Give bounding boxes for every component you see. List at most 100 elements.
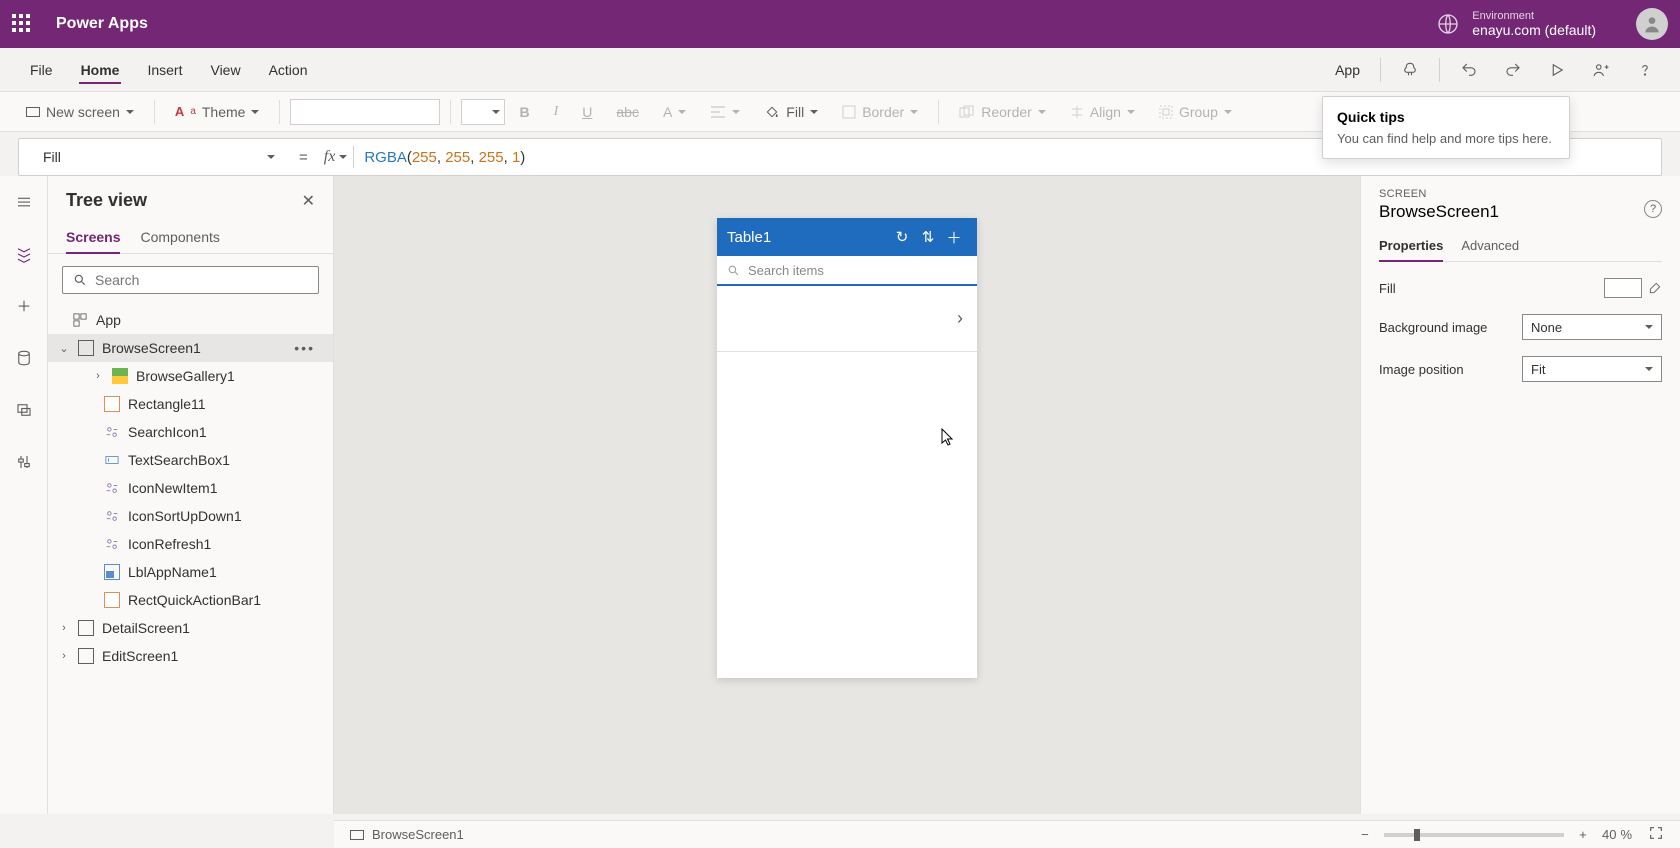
align-icon (1070, 105, 1084, 119)
properties-panel: SCREEN BrowseScreen1 ? Properties Advanc… (1360, 176, 1680, 814)
menu-insert[interactable]: Insert (133, 52, 196, 88)
fill-button[interactable]: Fill (754, 100, 828, 124)
close-icon[interactable]: ✕ (302, 191, 315, 211)
property-selector[interactable]: Fill (35, 143, 283, 171)
gallery-icon (112, 368, 128, 384)
tree-item-searchicon1[interactable]: SearchIcon1 (48, 418, 333, 446)
more-icon[interactable]: ••• (294, 340, 323, 356)
theme-button[interactable]: Aa Theme (165, 100, 270, 124)
expand-icon[interactable]: › (92, 370, 104, 382)
canvas-search[interactable]: Search items (717, 256, 977, 286)
equals-sign: = (283, 149, 324, 166)
tab-properties[interactable]: Properties (1379, 232, 1443, 261)
prop-label-fill: Fill (1379, 281, 1396, 296)
help-icon[interactable]: ? (1644, 200, 1662, 218)
quick-tip-title: Quick tips (1337, 109, 1555, 125)
canvas-area[interactable]: Table1 ↻ ⇅ ＋ Search items › (334, 176, 1360, 814)
fill-color-swatch[interactable] (1604, 278, 1642, 298)
tools-icon[interactable] (12, 450, 36, 474)
control-icon (104, 480, 120, 496)
zoom-out-button[interactable]: − (1356, 827, 1374, 842)
group-icon (1159, 105, 1173, 119)
fx-label[interactable]: fx (324, 148, 354, 166)
bold-button[interactable]: B (509, 100, 539, 124)
app-checker-icon[interactable] (1391, 55, 1429, 85)
border-icon (842, 105, 856, 119)
menu-action[interactable]: Action (255, 52, 322, 88)
text-align-button[interactable] (700, 101, 750, 123)
imgpos-selector[interactable]: Fit (1522, 356, 1662, 382)
data-icon[interactable] (12, 346, 36, 370)
strikethrough-button[interactable]: abc (606, 100, 649, 124)
chevron-down-icon (126, 110, 134, 118)
environment-name: enayu.com (default) (1472, 22, 1596, 39)
textbox-icon (104, 452, 120, 468)
font-selector[interactable] (290, 99, 440, 125)
collapse-icon[interactable]: ⌄ (58, 342, 70, 355)
menu-view[interactable]: View (196, 52, 254, 88)
status-screen-name: BrowseScreen1 (372, 827, 464, 842)
tree-list: App ⌄ BrowseScreen1 ••• › BrowseGallery1… (48, 306, 333, 814)
tree-item-browsegallery1[interactable]: › BrowseGallery1 (48, 362, 333, 390)
tree-item-iconrefresh1[interactable]: IconRefresh1 (48, 530, 333, 558)
expand-icon[interactable]: › (58, 650, 70, 662)
screen-icon (78, 620, 94, 636)
sort-icon[interactable]: ⇅ (915, 228, 941, 246)
add-icon[interactable]: ＋ (941, 227, 967, 248)
expand-icon[interactable]: › (58, 622, 70, 634)
play-icon[interactable] (1538, 55, 1576, 85)
gallery-row[interactable]: › (717, 286, 977, 352)
tree-view-icon[interactable] (12, 242, 36, 266)
refresh-icon[interactable]: ↻ (889, 228, 915, 246)
menu-home[interactable]: Home (67, 52, 134, 88)
new-screen-button[interactable]: New screen (16, 100, 144, 124)
fit-screen-icon[interactable] (1648, 825, 1664, 844)
tree-item-editscreen1[interactable]: › EditScreen1 (48, 642, 333, 670)
underline-button[interactable]: U (572, 100, 602, 124)
bgimage-selector[interactable]: None (1522, 314, 1662, 340)
user-avatar[interactable] (1636, 8, 1668, 40)
media-icon[interactable] (12, 398, 36, 422)
group-button[interactable]: Group (1149, 100, 1242, 124)
search-icon (727, 264, 740, 277)
help-icon[interactable] (1626, 55, 1664, 85)
tree-search-input[interactable] (62, 266, 319, 294)
tree-item-rectangle11[interactable]: Rectangle11 (48, 390, 333, 418)
waffle-icon[interactable] (12, 14, 32, 34)
align-button[interactable]: Align (1060, 100, 1145, 124)
italic-button[interactable]: I (544, 100, 569, 124)
tree-item-rectquickactionbar1[interactable]: RectQuickActionBar1 (48, 586, 333, 614)
zoom-slider[interactable] (1384, 833, 1564, 837)
fill-bucket-icon (764, 104, 780, 120)
tree-item-iconsortupdown1[interactable]: IconSortUpDown1 (48, 502, 333, 530)
tree-item-detailscreen1[interactable]: › DetailScreen1 (48, 614, 333, 642)
screen-icon (78, 648, 94, 664)
redo-icon[interactable] (1494, 55, 1532, 85)
tree-item-lblappname1[interactable]: LblAppName1 (48, 558, 333, 586)
top-bar: Power Apps Environment enayu.com (defaul… (0, 0, 1680, 48)
tree-item-textsearchbox1[interactable]: TextSearchBox1 (48, 446, 333, 474)
tab-components[interactable]: Components (140, 223, 219, 253)
tree-item-browsescreen1[interactable]: ⌄ BrowseScreen1 ••• (48, 334, 333, 362)
hamburger-icon[interactable] (12, 190, 36, 214)
undo-icon[interactable] (1450, 55, 1488, 85)
tab-advanced[interactable]: Advanced (1461, 232, 1519, 261)
phone-screen[interactable]: Table1 ↻ ⇅ ＋ Search items › (717, 218, 977, 678)
reorder-button[interactable]: Reorder (949, 100, 1056, 124)
font-color-button[interactable]: A (653, 100, 696, 124)
status-bar: BrowseScreen1 − + 40 % (334, 820, 1680, 848)
font-size-selector[interactable] (461, 99, 505, 125)
zoom-in-button[interactable]: + (1574, 827, 1592, 842)
tab-screens[interactable]: Screens (66, 223, 120, 253)
edit-color-icon[interactable] (1648, 281, 1662, 295)
menu-app[interactable]: App (1325, 56, 1370, 84)
border-button[interactable]: Border (832, 100, 928, 124)
tree-item-iconnewitem1[interactable]: IconNewItem1 (48, 474, 333, 502)
canvas-title: Table1 (727, 229, 889, 246)
tree-item-app[interactable]: App (48, 306, 333, 334)
quick-tip-body: You can find help and more tips here. (1337, 131, 1555, 146)
share-icon[interactable] (1582, 55, 1620, 85)
menu-file[interactable]: File (16, 52, 67, 88)
insert-icon[interactable] (12, 294, 36, 318)
environment-selector[interactable]: Environment enayu.com (default) (1436, 10, 1596, 39)
